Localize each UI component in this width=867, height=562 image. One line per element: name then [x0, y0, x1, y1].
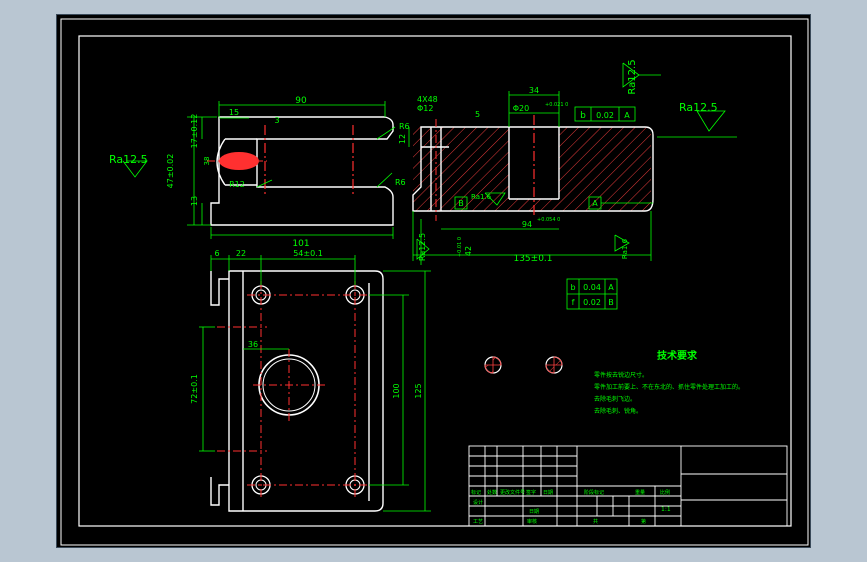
dim-left-12: 12 — [398, 134, 407, 144]
tb-scale-value: 1:1 — [661, 506, 671, 513]
front-dimensions — [122, 101, 396, 239]
tb-label-file: 更改文件号 — [500, 489, 525, 496]
tb-label-mark: 标记 — [471, 489, 481, 496]
dim-len-94: 94 — [522, 220, 532, 229]
dim-base-height: 42 — [464, 246, 473, 256]
tb-label-date: 日期 — [543, 490, 553, 496]
front-view — [210, 116, 394, 226]
dim-bore-tol: +0.021 0 — [545, 102, 568, 108]
tb-row-design: 设计 — [473, 499, 483, 506]
front-view-outline — [210, 116, 394, 226]
section-hatch-base — [413, 199, 651, 211]
dim-width-34: 34 — [529, 86, 539, 95]
gdt-row2-symbol: f — [572, 298, 575, 307]
gdt-top-datum: A — [624, 111, 630, 120]
title-block-labels: 标记 处数 更改文件号 签字 日期 设计 工艺 审核 阶段标记 重量 比例 1:… — [471, 489, 671, 525]
section-markers — [484, 356, 563, 374]
dim-bore: Φ20 — [513, 104, 529, 113]
dim-radius-slot: R12 — [229, 180, 245, 189]
tb-row-process: 工艺 — [473, 519, 483, 525]
tech-req-item-4: 去除毛刺、锐角。 — [594, 407, 642, 415]
tech-req-item-1: 零件按去锐边尺寸。 — [594, 371, 648, 379]
dim-plan-72: 72±0.1 — [190, 374, 199, 404]
tb-sheet-of: 第 — [641, 518, 646, 525]
tb-scale-label: 比例 — [660, 489, 670, 496]
section-hatch-right — [559, 127, 651, 199]
dim-r6-bottom: R6 — [395, 178, 406, 187]
gdt-top-symbol: b — [580, 111, 586, 121]
roughness-section-right: Ra12.5 — [679, 101, 718, 114]
gdt-row2-datum: B — [608, 298, 614, 307]
dim-five: 5 — [475, 110, 480, 119]
tech-req-title: 技术要求 — [657, 349, 698, 362]
dim-plan-6: 6 — [214, 249, 219, 258]
dim-left-offset: 15 — [229, 108, 239, 117]
dim-plan-22: 22 — [236, 249, 246, 258]
dim-plan-54: 54±0.1 — [293, 249, 323, 258]
tech-req-item-3: 去除毛刺飞边。 — [594, 395, 636, 403]
dim-plan-100: 100 — [392, 383, 401, 398]
gdt-row2-value: 0.02 — [583, 298, 601, 307]
dim-hole-spec: 4X48 — [417, 95, 438, 104]
tech-req-item-2: 零件加工前要上、不在东北的、抓住零件处理工加工的。 — [594, 383, 744, 391]
tb-date-label: 日期 — [529, 509, 539, 515]
dim-height-base: 13 — [190, 196, 199, 206]
dim-hole-dia: Φ12 — [417, 104, 433, 113]
roughness-section-top: Ra12.5 — [627, 59, 638, 94]
plan-outline — [228, 270, 384, 512]
dim-plan-36: 36 — [248, 340, 258, 349]
tb-stage-label: 阶段标记 — [584, 489, 604, 496]
dim-height-total: 47±0.02 — [166, 154, 175, 189]
dim-r6-top: R6 — [399, 122, 410, 131]
dim-small: 3 — [274, 116, 279, 125]
gdt-row1-datum: A — [608, 283, 614, 292]
roughness-front: Ra12.5 — [109, 153, 148, 166]
tb-sheet-label: 共 — [593, 518, 598, 525]
roughness-section-small: Ra1.6 — [471, 193, 492, 201]
tb-label-count: 处数 — [487, 489, 497, 496]
cad-viewport[interactable]: 90 15 3 101 17±0.12 47±0.02 13 38 R12 R6… — [56, 14, 811, 548]
dim-plan-125: 125 — [414, 383, 423, 398]
section-hatch-left — [413, 127, 509, 199]
engineering-drawing: 90 15 3 101 17±0.12 47±0.02 13 38 R12 R6… — [60, 18, 809, 546]
title-block — [468, 445, 788, 527]
plan-centerlines — [217, 281, 369, 499]
dim-length-bottom: 101 — [292, 239, 309, 249]
plan-notch-top — [210, 271, 229, 306]
plan-notch-bottom — [210, 477, 229, 506]
plan-view — [210, 270, 384, 512]
tb-label-sign: 签字 — [526, 489, 536, 496]
dim-overall-length: 90 — [295, 96, 307, 106]
dim-height-top: 17±0.12 — [190, 114, 199, 149]
dim-overall-135: 135±0.1 — [513, 254, 552, 264]
dim-slot-width: 38 — [203, 157, 211, 166]
datum-a-label: A — [592, 199, 598, 208]
gdt-row1-value: 0.04 — [583, 283, 601, 292]
tb-weight-label: 重量 — [635, 489, 645, 496]
roughness-section-left: Ra12.5 — [418, 233, 427, 261]
gdt-top-value: 0.02 — [596, 111, 614, 120]
dim-base-tol: +0.01 0 — [457, 237, 463, 257]
roughness-section-bottom: Ra1.6 — [621, 238, 629, 259]
datum-b-label: B — [458, 199, 464, 208]
tb-row-check: 审核 — [527, 518, 537, 525]
gdt-row1-symbol: b — [570, 283, 575, 292]
dim-len-94-tol: +0.054 0 — [537, 217, 560, 223]
